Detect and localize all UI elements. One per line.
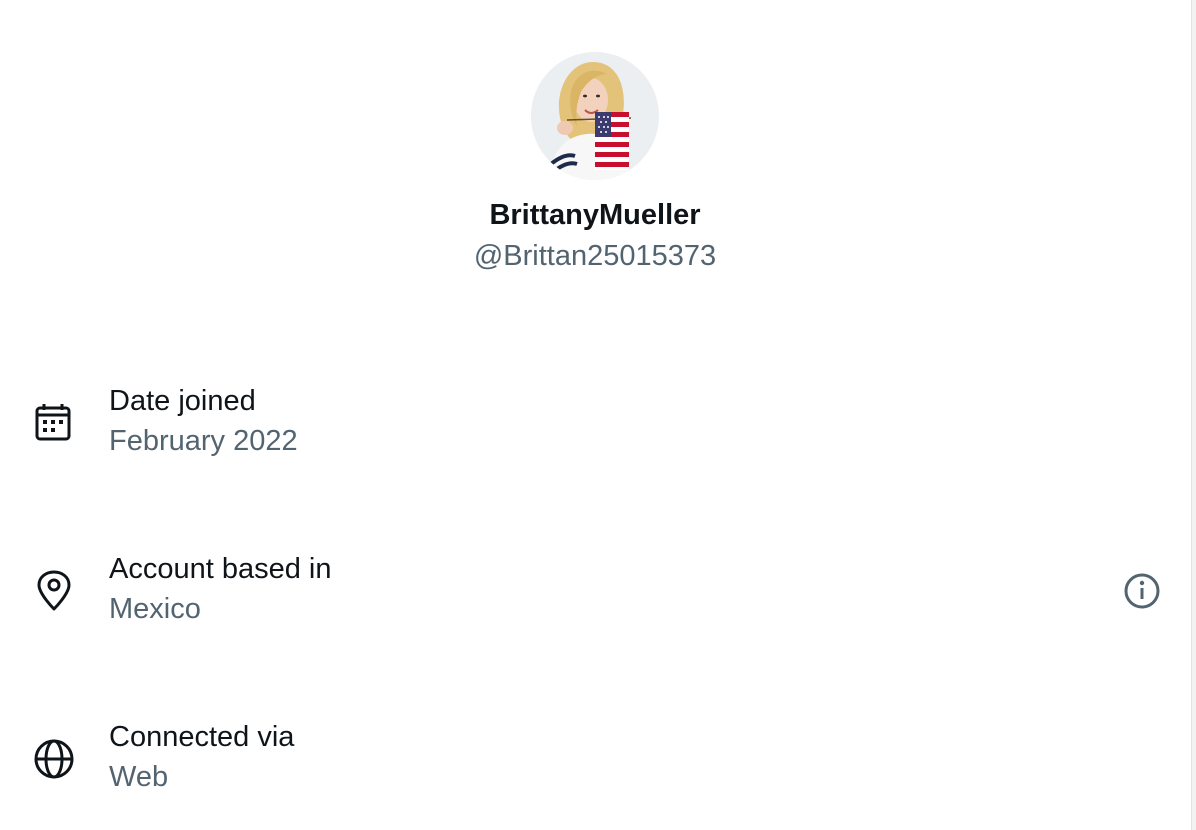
connected-via-value: Web: [109, 761, 169, 793]
date-joined-row: Date joined February 2022: [0, 384, 1190, 464]
globe-icon: [32, 737, 76, 781]
scrollbar-track[interactable]: [1191, 0, 1196, 830]
avatar[interactable]: [531, 52, 659, 180]
avatar-photo: [531, 52, 659, 180]
date-joined-label: Date joined: [109, 385, 256, 417]
connected-via-label: Connected via: [109, 721, 295, 753]
info-icon[interactable]: [1120, 569, 1164, 613]
display-name: BrittanyMueller: [489, 199, 701, 231]
calendar-icon: [32, 401, 76, 445]
location-pin-icon: [32, 569, 76, 613]
account-based-in-value: Mexico: [109, 593, 201, 625]
account-based-in-label: Account based in: [109, 553, 332, 585]
username-handle: @Brittan25015373: [473, 240, 717, 272]
date-joined-value: February 2022: [109, 425, 298, 457]
connected-via-row: Connected via Web: [0, 720, 1190, 800]
profile-header: BrittanyMueller @Brittan25015373: [0, 52, 1190, 273]
account-based-in-row: Account based in Mexico: [0, 552, 1190, 632]
